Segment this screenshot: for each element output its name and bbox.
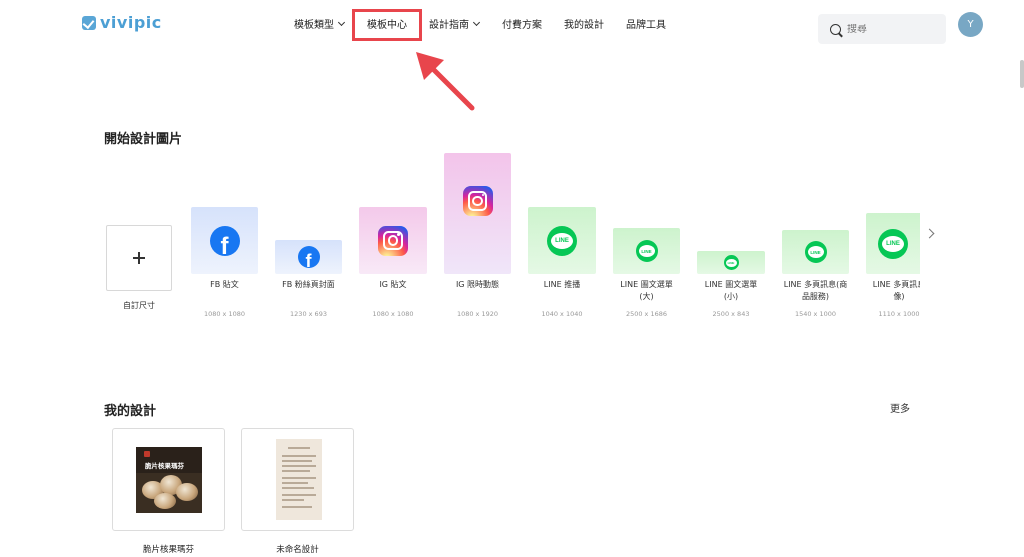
thumbnail-title: 脆片核果瑪芬 [145, 462, 184, 470]
custom-size-button[interactable] [106, 225, 172, 291]
top-header: vivipic 模板類型 模板中心 設計指南 付費方案 我的設計 品牌工具 Y [0, 0, 1024, 50]
nav-pricing[interactable]: 付費方案 [502, 16, 542, 31]
template-line-richmenu-small[interactable]: LINE [697, 251, 765, 274]
design-name: 未命名設計 [276, 545, 319, 555]
chevron-down-icon [472, 18, 481, 26]
nav-my-designs-label: 我的設計 [564, 20, 604, 31]
nav-template-types-label: 模板類型 [294, 20, 334, 31]
custom-size-label: 自訂尺寸 [123, 301, 155, 310]
search-box[interactable] [818, 14, 946, 44]
more-link[interactable]: 更多 [890, 400, 910, 415]
template-fb-post[interactable]: f [191, 207, 258, 274]
template-label: LINE 圖文選單 (大) [620, 280, 673, 301]
nav-design-guide[interactable]: 設計指南 [429, 16, 481, 31]
template-size: 1110 x 1000 [878, 310, 920, 318]
plus-icon [133, 252, 145, 264]
template-label: LINE 推播 [543, 280, 581, 289]
template-ig-story[interactable] [444, 153, 511, 274]
nav-brand-tools[interactable]: 品牌工具 [626, 16, 666, 31]
template-size: 2500 x 843 [712, 310, 750, 318]
template-label: FB 粉絲頁封面 [282, 280, 335, 289]
design-card[interactable] [241, 428, 354, 531]
template-size: 1080 x 1080 [372, 310, 414, 318]
nav-template-types[interactable]: 模板類型 [294, 16, 346, 31]
nav-pricing-label: 付費方案 [502, 20, 542, 31]
template-line-push[interactable]: LINE [528, 207, 596, 274]
start-design-title: 開始設計圖片 [104, 132, 183, 147]
template-size: 1080 x 1080 [203, 310, 246, 318]
nav-design-guide-label: 設計指南 [429, 20, 469, 31]
user-avatar[interactable]: Y [958, 12, 983, 37]
template-fb-cover[interactable]: f [275, 240, 342, 274]
template-label: FB 貼文 [210, 280, 239, 289]
template-line-carousel-product[interactable]: LINE [782, 230, 849, 274]
line-icon: LINE [878, 228, 908, 259]
template-size: 1040 x 1040 [541, 310, 583, 318]
chevron-down-icon [337, 18, 346, 26]
annotation-arrow-icon [416, 52, 475, 111]
line-badge-text: LINE [807, 246, 824, 258]
template-label: LINE 圖文選單 (小) [704, 280, 758, 301]
carousel-next-chevron-icon[interactable] [924, 228, 935, 239]
nav-my-designs[interactable]: 我的設計 [564, 16, 604, 31]
search-input[interactable] [847, 23, 937, 35]
line-icon: LINE [547, 225, 577, 256]
template-size: 1230 x 693 [290, 310, 327, 318]
facebook-icon: f [209, 225, 240, 256]
template-label: LINE 多頁訊息(商 品服務) [783, 280, 848, 301]
template-size: 2500 x 1686 [625, 310, 668, 318]
line-badge-text: LINE [882, 235, 904, 252]
template-line-richmenu-large[interactable]: LINE [613, 228, 680, 274]
scrollbar-thumb[interactable] [1020, 60, 1024, 88]
facebook-icon: f [297, 246, 320, 268]
template-ig-post[interactable] [359, 207, 427, 274]
template-clip: LINE LINE 多頁訊息 像) 1110 x 1000 [862, 200, 920, 330]
instagram-icon [378, 225, 408, 256]
template-label: IG 限時動態 [455, 280, 500, 289]
search-icon [830, 23, 841, 35]
line-badge-text: LINE [725, 258, 737, 267]
template-size: 1540 x 1000 [794, 310, 837, 318]
design-card[interactable]: 脆片核果瑪芬 [112, 428, 225, 531]
nav-brand-tools-label: 品牌工具 [626, 20, 666, 31]
template-line-carousel-image[interactable]: LINE [866, 213, 920, 274]
design-name: 脆片核果瑪芬 [142, 545, 194, 555]
my-designs-title: 我的設計 [104, 404, 157, 419]
template-label: LINE 多頁訊息 像) [872, 280, 920, 301]
line-badge-text: LINE [638, 245, 655, 257]
line-icon: LINE [723, 255, 739, 270]
highlight-box [352, 9, 422, 41]
design-thumbnail [276, 439, 322, 520]
template-label: IG 貼文 [379, 280, 407, 289]
instagram-icon [462, 186, 493, 216]
design-thumbnail: 脆片核果瑪芬 [136, 447, 202, 513]
line-icon: LINE [804, 241, 827, 263]
template-size: 1080 x 1920 [456, 310, 499, 318]
line-badge-text: LINE [551, 232, 573, 249]
line-icon: LINE [635, 240, 658, 262]
